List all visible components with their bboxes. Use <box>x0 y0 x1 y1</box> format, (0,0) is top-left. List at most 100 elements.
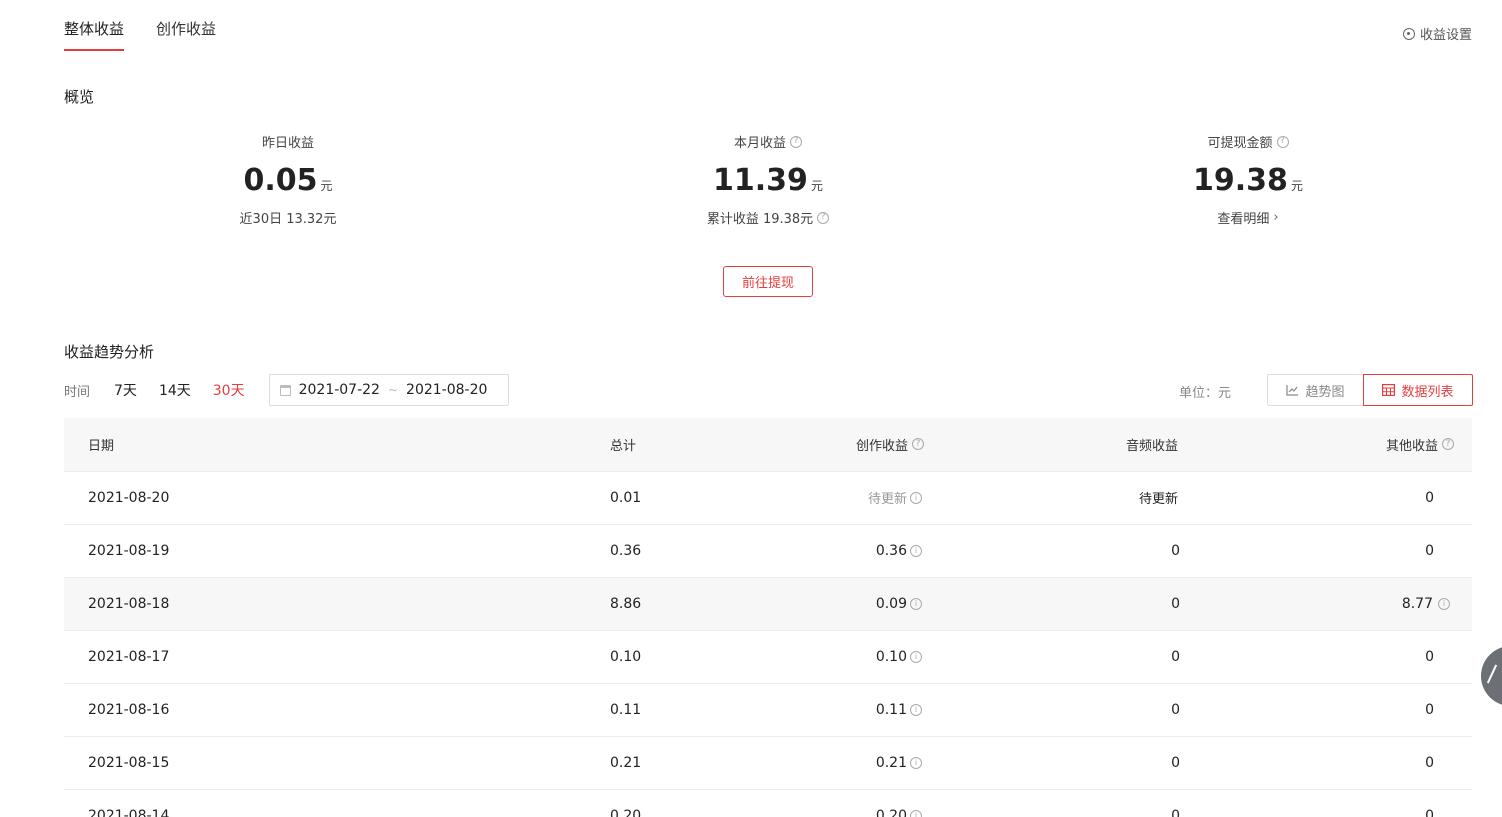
cell-creation: 0.36 i <box>844 523 924 577</box>
cell-date: 2021-08-17 <box>64 629 544 683</box>
data-list-label: 数据列表 <box>1401 384 1454 400</box>
table-row: 2021-08-18 8.86 0.09 i 0 8.77 i <box>64 576 1472 630</box>
cell-total: 8.86 <box>544 576 844 630</box>
cell-audio: 待更新 <box>924 470 1180 524</box>
cell-total: 0.21 <box>544 735 844 789</box>
cell-audio: 0 <box>924 576 1180 630</box>
overview-title: 概览 <box>64 88 95 106</box>
info-icon[interactable]: i <box>1438 597 1450 610</box>
help-icon[interactable]: ? <box>1442 438 1454 451</box>
cell-audio: 0 <box>924 523 1180 577</box>
stat-unit: 元 <box>810 179 823 193</box>
cell-date: 2021-08-14 <box>64 788 544 817</box>
stat-value: 11.39 <box>713 163 808 198</box>
tab-overall-earnings[interactable]: 整体收益 <box>64 18 125 51</box>
cell-other: 0 <box>1180 470 1472 524</box>
floating-button-icon <box>1486 664 1498 684</box>
cell-date: 2021-08-15 <box>64 735 544 789</box>
data-list-button[interactable]: 数据列表 <box>1363 374 1473 406</box>
view-details-label: 查看明细 <box>1217 212 1270 227</box>
info-icon[interactable]: i <box>910 544 922 557</box>
stat-label: 昨日收益 <box>261 136 314 151</box>
view-details-link[interactable]: 查看明细 › <box>1098 208 1398 227</box>
tab-creation-earnings[interactable]: 创作收益 <box>156 18 216 51</box>
calendar-icon <box>279 384 291 396</box>
help-icon[interactable]: ? <box>912 438 924 451</box>
cell-other: 0 <box>1180 629 1472 683</box>
stat-this-month: 本月收益 ? 11.39 元 累计收益 19.38元 ? <box>618 132 918 227</box>
info-icon[interactable]: i <box>910 703 922 716</box>
col-audio: 音频收益 <box>924 418 1180 471</box>
info-icon[interactable]: i <box>910 809 922 817</box>
table-row: 2021-08-19 0.36 0.36 i 0 0 <box>64 523 1472 577</box>
col-date: 日期 <box>64 418 544 471</box>
settings-icon <box>1402 27 1415 40</box>
table-row: 2021-08-20 0.01 待更新 i 待更新 0 <box>64 470 1472 524</box>
table-header-row: 日期 总计 创作收益? 音频收益 其他收益? <box>64 418 1472 471</box>
trend-chart-button[interactable]: 趋势图 <box>1267 374 1363 406</box>
cell-audio: 0 <box>924 788 1180 817</box>
table-icon <box>1382 384 1396 396</box>
cell-audio: 0 <box>924 682 1180 736</box>
info-icon[interactable]: i <box>910 597 922 610</box>
stat-label: 本月收益 <box>733 136 786 151</box>
cell-creation: 待更新 i <box>844 470 924 524</box>
stat-sub: 近30日 13.32元 <box>239 212 337 227</box>
stat-value: 19.38 <box>1193 163 1288 198</box>
cell-total: 0.20 <box>544 788 844 817</box>
help-icon[interactable]: ? <box>790 135 802 148</box>
cell-date: 2021-08-20 <box>64 470 544 524</box>
date-range-picker[interactable]: 2021-07-22 ~ 2021-08-20 <box>268 374 509 406</box>
col-total: 总计 <box>544 418 844 471</box>
col-other: 其他收益? <box>1180 418 1472 471</box>
withdraw-button[interactable]: 前往提现 <box>723 266 813 297</box>
earnings-table: 日期 总计 创作收益? 音频收益 其他收益? 2021-08-20 0.01 待… <box>64 418 1472 817</box>
cell-total: 0.01 <box>544 470 844 524</box>
cell-total: 0.11 <box>544 682 844 736</box>
cell-creation: 0.10 i <box>844 629 924 683</box>
earnings-settings-link[interactable]: 收益设置 <box>1402 24 1472 43</box>
date-end: 2021-08-20 <box>406 382 488 398</box>
chevron-right-icon: › <box>1273 210 1279 225</box>
help-icon[interactable]: ? <box>817 211 830 224</box>
cell-date: 2021-08-19 <box>64 523 544 577</box>
table-row: 2021-08-15 0.21 0.21 i 0 0 <box>64 735 1472 789</box>
range-14-days[interactable]: 14天 <box>159 380 191 400</box>
stat-unit: 元 <box>320 179 333 193</box>
help-icon[interactable]: ? <box>1276 135 1289 148</box>
cell-creation: 0.21 i <box>844 735 924 789</box>
floating-action-button[interactable] <box>1481 646 1502 706</box>
stat-unit: 元 <box>1290 179 1303 193</box>
cell-creation: 0.20 i <box>844 788 924 817</box>
table-row: 2021-08-17 0.10 0.10 i 0 0 <box>64 629 1472 683</box>
stat-yesterday: 昨日收益 0.05 元 近30日 13.32元 <box>138 132 438 227</box>
cell-date: 2021-08-16 <box>64 682 544 736</box>
table-row: 2021-08-16 0.11 0.11 i 0 0 <box>64 682 1472 736</box>
trend-chart-label: 趋势图 <box>1305 384 1345 400</box>
stat-sub: 累计收益 19.38元 <box>706 212 814 227</box>
col-creation: 创作收益? <box>844 418 924 471</box>
top-tabs: 整体收益 创作收益 <box>64 18 216 51</box>
range-7-days[interactable]: 7天 <box>114 380 137 400</box>
view-toggle: 趋势图 数据列表 <box>1267 374 1473 406</box>
range-30-days[interactable]: 30天 <box>213 380 245 400</box>
time-filter-bar: 时间 7天 14天 30天 2021-07-22 ~ 2021-08-20 <box>64 374 509 406</box>
line-chart-icon <box>1286 385 1299 396</box>
date-start: 2021-07-22 <box>298 382 380 398</box>
time-label: 时间 <box>64 384 91 400</box>
cell-audio: 0 <box>924 735 1180 789</box>
info-icon[interactable]: i <box>910 650 922 663</box>
info-icon[interactable]: i <box>910 491 922 504</box>
stat-label: 可提现金额 <box>1207 136 1273 151</box>
info-icon[interactable]: i <box>910 756 922 769</box>
cell-other: 0 <box>1180 735 1472 789</box>
cell-creation: 0.11 i <box>844 682 924 736</box>
cell-other: 0 <box>1180 788 1472 817</box>
cell-other: 0 <box>1180 523 1472 577</box>
cell-audio: 0 <box>924 629 1180 683</box>
cell-creation: 0.09 i <box>844 576 924 630</box>
table-row: 2021-08-14 0.20 0.20 i 0 0 <box>64 788 1472 817</box>
stat-withdrawable: 可提现金额 ? 19.38 元 查看明细 › <box>1098 132 1398 227</box>
cell-total: 0.36 <box>544 523 844 577</box>
earnings-settings-label: 收益设置 <box>1419 28 1472 43</box>
